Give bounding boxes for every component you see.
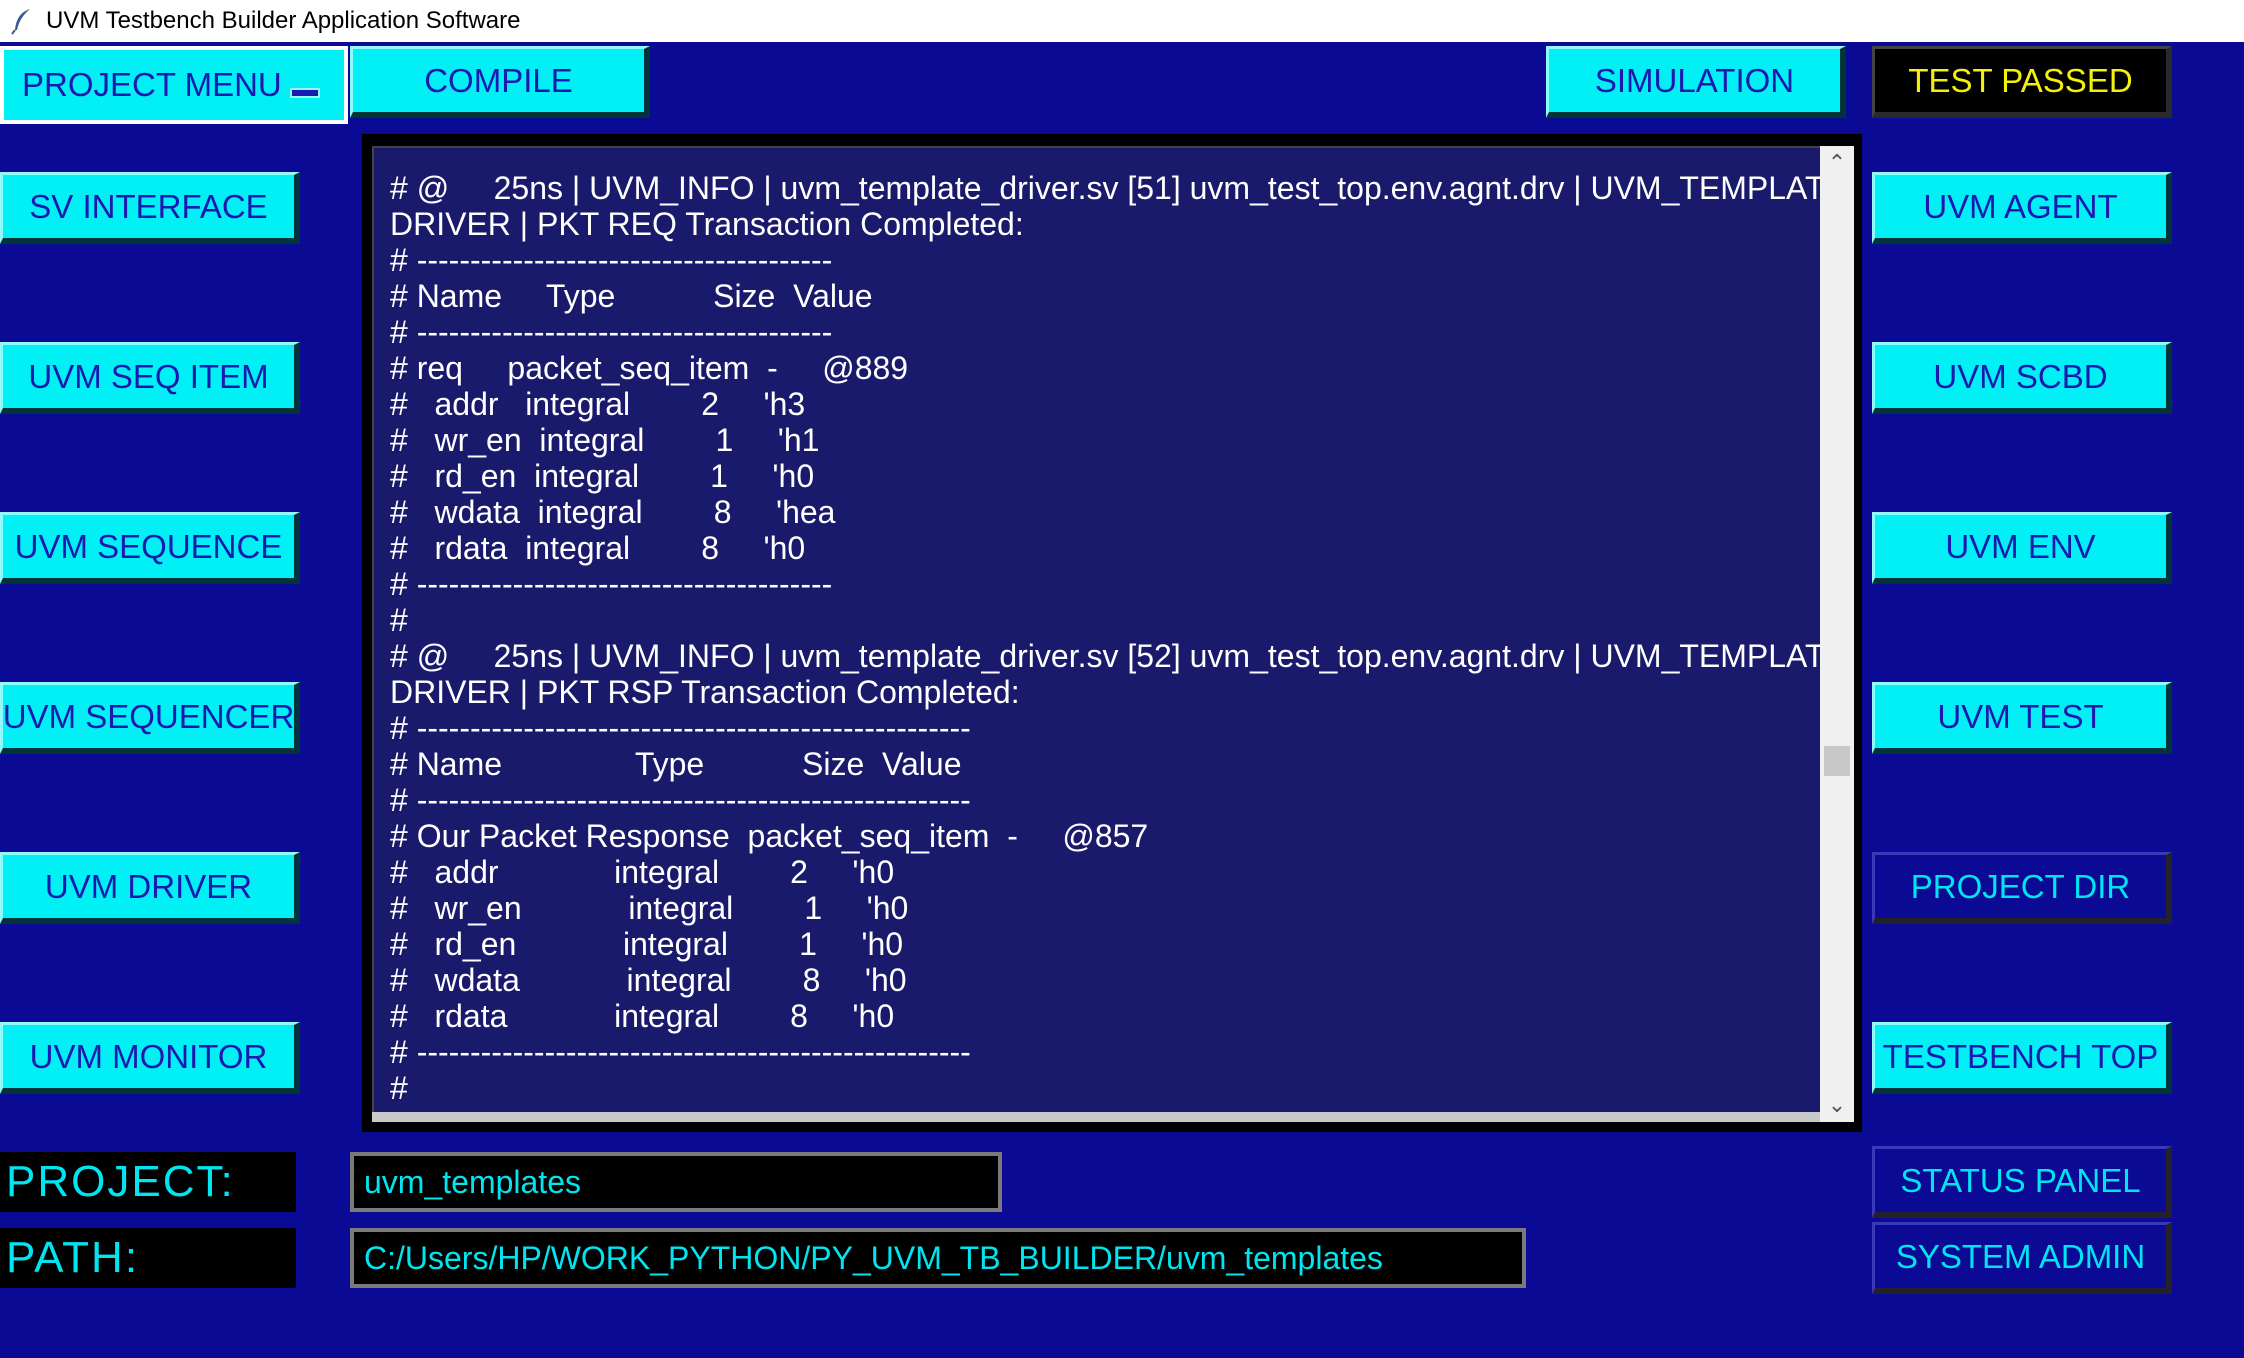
uvm-scbd-button[interactable]: UVM SCBD: [1872, 342, 2172, 414]
uvm-sequencer-button[interactable]: UVM SEQUENCER: [0, 682, 300, 754]
console-text: # @ 25ns | UVM_INFO | uvm_template_drive…: [390, 170, 1820, 1106]
window-title: UVM Testbench Builder Application Softwa…: [46, 7, 521, 34]
sv-interface-button[interactable]: SV INTERFACE: [0, 172, 300, 244]
project-label: PROJECT:: [0, 1152, 296, 1212]
uvm-seq-item-button[interactable]: UVM SEQ ITEM: [0, 342, 300, 414]
path-label: PATH:: [0, 1228, 296, 1288]
compile-button[interactable]: COMPILE: [350, 46, 650, 118]
chevron-down-icon[interactable]: ⌄: [1820, 1088, 1854, 1122]
uvm-driver-button[interactable]: UVM DRIVER: [0, 852, 300, 924]
menu-indicator-icon: [290, 88, 320, 98]
testbench-top-button[interactable]: TESTBENCH TOP: [1872, 1022, 2172, 1094]
scrollbar-thumb[interactable]: [1824, 746, 1850, 776]
title-bar: UVM Testbench Builder Application Softwa…: [0, 0, 2244, 42]
test-status-indicator: TEST PASSED: [1872, 46, 2172, 118]
uvm-monitor-button[interactable]: UVM MONITOR: [0, 1022, 300, 1094]
project-menu-button[interactable]: PROJECT MENU: [0, 46, 348, 124]
project-field[interactable]: uvm_templates: [350, 1152, 1002, 1212]
chevron-up-icon[interactable]: ⌃: [1820, 146, 1854, 180]
path-field[interactable]: C:/Users/HP/WORK_PYTHON/PY_UVM_TB_BUILDE…: [350, 1228, 1526, 1288]
uvm-env-button[interactable]: UVM ENV: [1872, 512, 2172, 584]
uvm-test-button[interactable]: UVM TEST: [1872, 682, 2172, 754]
console-output[interactable]: # @ 25ns | UVM_INFO | uvm_template_drive…: [372, 146, 1820, 1112]
system-admin-button[interactable]: SYSTEM ADMIN: [1872, 1222, 2172, 1294]
uvm-sequence-button[interactable]: UVM SEQUENCE: [0, 512, 300, 584]
console-scrollbar[interactable]: ⌃ ⌄: [1820, 146, 1854, 1122]
project-menu-label: PROJECT MENU: [22, 66, 282, 103]
simulation-button[interactable]: SIMULATION: [1546, 46, 1846, 118]
project-dir-button[interactable]: PROJECT DIR: [1872, 852, 2172, 924]
feather-icon: [11, 9, 30, 35]
horizontal-scrollbar[interactable]: [372, 1112, 1820, 1122]
status-panel-button[interactable]: STATUS PANEL: [1872, 1146, 2172, 1218]
uvm-agent-button[interactable]: UVM AGENT: [1872, 172, 2172, 244]
